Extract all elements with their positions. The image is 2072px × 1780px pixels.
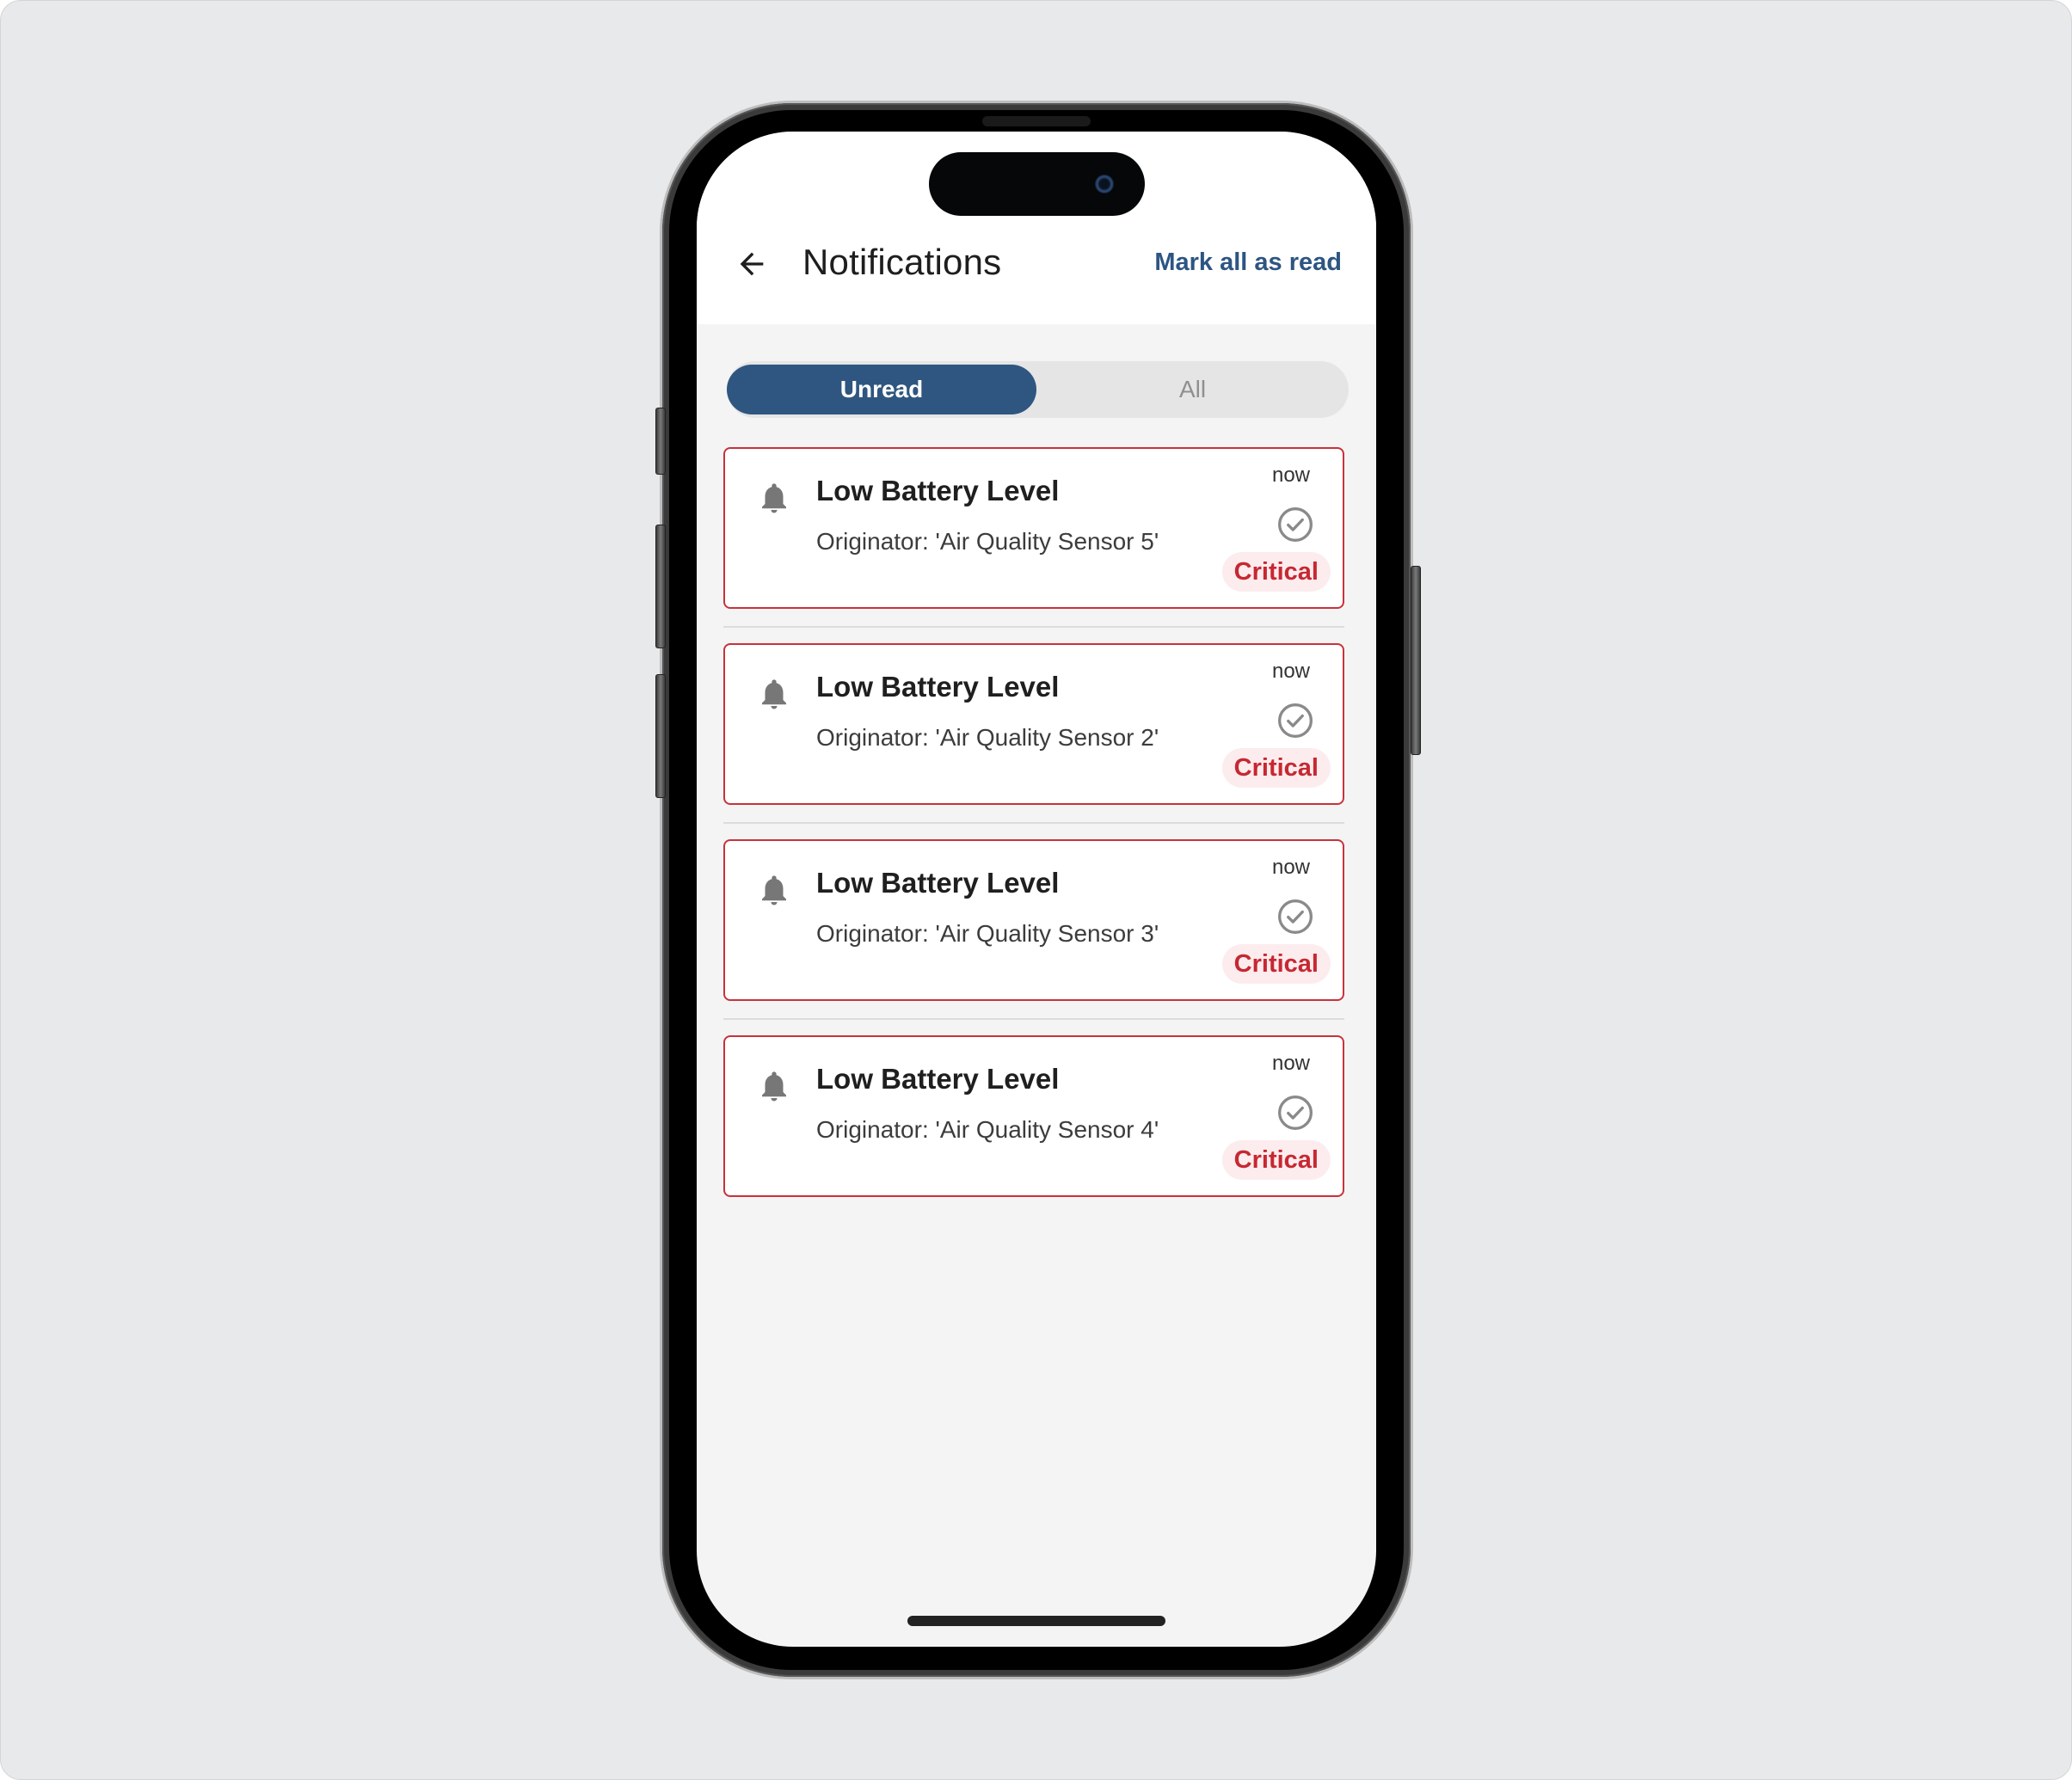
list-divider (723, 822, 1344, 824)
home-indicator[interactable] (907, 1616, 1165, 1626)
notification-title: Low Battery Level (816, 671, 1060, 703)
dynamic-island (929, 152, 1145, 216)
notification-time: now (1271, 1052, 1310, 1075)
bell-icon (762, 679, 786, 709)
severity-badge: Critical (1221, 944, 1331, 984)
severity-badge: Critical (1221, 1140, 1331, 1180)
notification-originator: Originator: 'Air Quality Sensor 2' (816, 724, 1159, 751)
check-circle-icon[interactable] (1276, 898, 1314, 936)
volume-down-button (655, 674, 666, 798)
volume-up-button (655, 525, 666, 648)
tab-all[interactable]: All (1036, 365, 1349, 414)
earpiece-speaker (982, 116, 1091, 126)
notification-title: Low Battery Level (816, 475, 1060, 506)
phone-screen: Notifications Mark all as read Unread Al… (697, 132, 1376, 1647)
notification-time: now (1271, 660, 1310, 683)
front-camera (1095, 175, 1114, 193)
action-button (655, 408, 666, 475)
notification-originator: Originator: 'Air Quality Sensor 3' (816, 920, 1159, 947)
notification-originator: Originator: 'Air Quality Sensor 4' (816, 1116, 1159, 1143)
notification-card[interactable]: Low Battery Level Originator: 'Air Quali… (723, 1035, 1344, 1197)
check-circle-icon[interactable] (1276, 1094, 1314, 1132)
severity-badge: Critical (1221, 552, 1331, 592)
notification-title: Low Battery Level (816, 1063, 1060, 1095)
severity-badge: Critical (1221, 748, 1331, 788)
bell-icon (762, 1071, 786, 1102)
tab-unread[interactable]: Unread (727, 365, 1036, 414)
notification-originator: Originator: 'Air Quality Sensor 5' (816, 528, 1159, 555)
mark-all-read-button[interactable]: Mark all as read (1154, 249, 1342, 277)
list-divider (723, 1018, 1344, 1020)
notification-time: now (1271, 463, 1310, 487)
page-title: Notifications (802, 242, 1002, 282)
check-circle-icon[interactable] (1276, 506, 1314, 543)
check-circle-icon[interactable] (1276, 702, 1314, 740)
notification-time: now (1271, 856, 1310, 879)
bell-icon (762, 483, 786, 513)
notification-card[interactable]: Low Battery Level Originator: 'Air Quali… (723, 839, 1344, 1001)
power-button (1411, 566, 1421, 755)
back-button[interactable] (731, 243, 772, 285)
notification-card[interactable]: Low Battery Level Originator: 'Air Quali… (723, 643, 1344, 805)
bell-icon (762, 875, 786, 905)
filter-segmented-control: Unread All (727, 361, 1349, 418)
notification-card[interactable]: Low Battery Level Originator: 'Air Quali… (723, 447, 1344, 609)
list-divider (723, 626, 1344, 628)
notification-title: Low Battery Level (816, 867, 1060, 899)
arrow-left-icon (740, 252, 764, 276)
